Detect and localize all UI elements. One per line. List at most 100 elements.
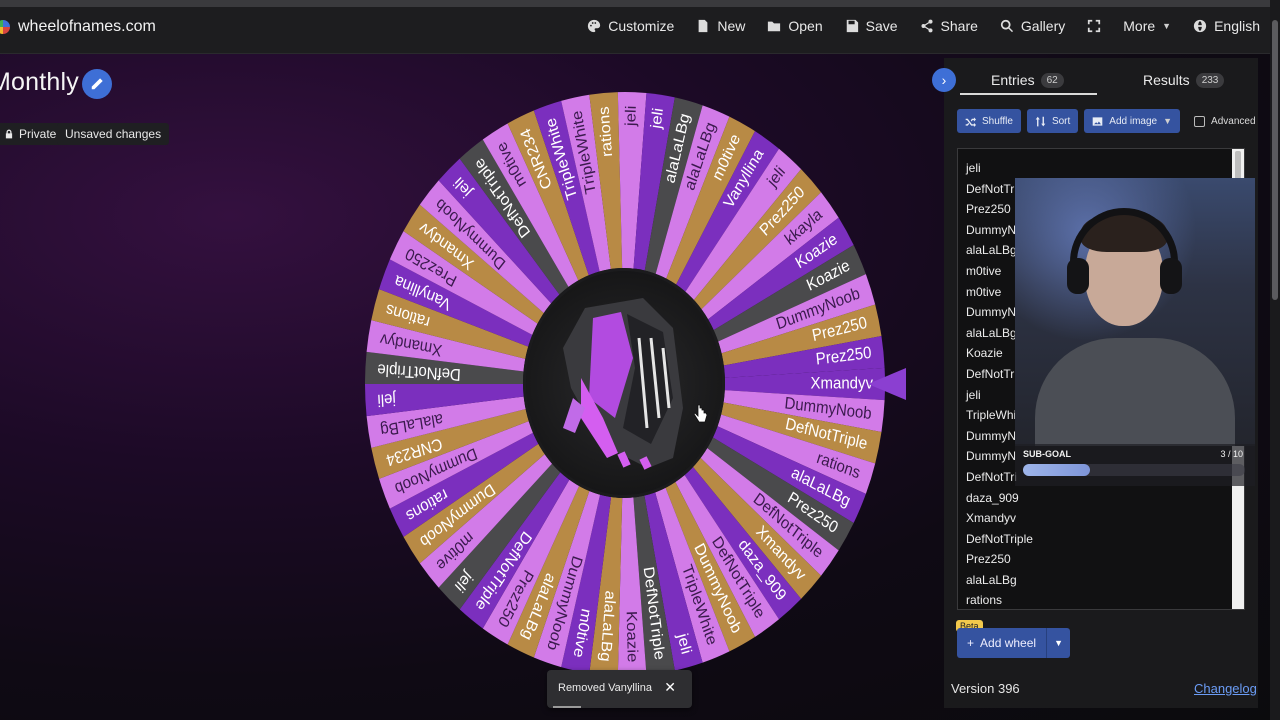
unsaved-label: Unsaved changes	[65, 127, 162, 141]
menu-more[interactable]: More ▼	[1123, 18, 1171, 34]
caret-down-icon: ▼	[1162, 21, 1172, 31]
fullscreen-icon	[1088, 19, 1101, 33]
sort-button[interactable]: Sort	[1026, 109, 1079, 133]
entry-line[interactable]: rations	[958, 590, 1244, 609]
version-label: Version 396	[951, 681, 1020, 696]
wheel[interactable]: Xmandyv DummyNoob DefNotTriple rations alaLa…	[362, 84, 888, 674]
entry-line[interactable]: DefNotTriple	[958, 529, 1244, 550]
wheel-slice-label: jeli	[648, 107, 666, 131]
add-image-label: Add image	[1109, 115, 1158, 127]
shuffle-label: Shuffle	[982, 115, 1013, 127]
entry-line[interactable]: daza_909	[958, 488, 1244, 509]
page-scrollbar[interactable]	[1270, 0, 1280, 720]
browser-edge	[0, 0, 1270, 7]
unsaved-chip: Unsaved changes	[57, 123, 170, 145]
entry-line[interactable]: Prez250	[958, 549, 1244, 570]
wheel-pointer	[868, 368, 906, 400]
close-icon[interactable]: ✕	[664, 679, 676, 696]
caret-down-icon: ▼	[1054, 638, 1064, 648]
globe-icon	[1193, 19, 1207, 33]
wheel-slice-label: jeli	[377, 389, 397, 408]
sub-goal-fill	[1023, 464, 1090, 476]
edit-title-button[interactable]	[82, 69, 112, 99]
menu-label: Customize	[608, 18, 675, 34]
brand[interactable]: wheelofnames.com	[0, 18, 156, 36]
file-icon	[698, 19, 708, 33]
entries-toolbar: Shuffle Sort Add image ▼ Advanced	[957, 109, 1256, 133]
mouse-cursor-icon	[693, 404, 707, 423]
collapse-panel-button[interactable]: ›	[932, 68, 956, 92]
top-bar: wheelofnames.com Customize New Open Save…	[0, 0, 1270, 54]
active-tab-indicator	[960, 93, 1097, 95]
chevron-right-icon: ›	[941, 72, 947, 88]
entry-line[interactable]: jeli	[958, 158, 1244, 179]
shuffle-icon	[965, 116, 976, 127]
add-wheel-dropdown[interactable]: ▼	[1046, 628, 1071, 658]
menu-fullscreen[interactable]	[1087, 19, 1101, 33]
menu-customize[interactable]: Customize	[587, 18, 674, 34]
menu-open[interactable]: Open	[767, 18, 823, 34]
sub-goal-widget: SUB-GOAL 3 / 10	[1015, 444, 1255, 486]
menu-label: Share	[940, 18, 978, 34]
scrollbar-thumb[interactable]	[1272, 20, 1278, 300]
menu-gallery[interactable]: Gallery	[1000, 18, 1065, 34]
results-count-badge: 233	[1195, 72, 1225, 88]
sub-goal-label: SUB-GOAL	[1023, 449, 1071, 459]
menu-share[interactable]: Share	[920, 18, 978, 34]
toast-progress	[553, 706, 581, 708]
tab-entries[interactable]: Entries 62	[991, 72, 1064, 88]
webcam-overlay	[1015, 178, 1255, 446]
menu-save[interactable]: Save	[845, 18, 898, 34]
menu-new[interactable]: New	[696, 18, 745, 34]
sub-goal-bar	[1023, 464, 1245, 476]
menu-label: English	[1214, 18, 1260, 34]
privacy-label: Private	[19, 127, 57, 141]
headset-ear-right	[1160, 258, 1182, 294]
main-menu: Customize New Open Save Share Gallery Mo…	[587, 18, 1260, 34]
share-icon	[921, 19, 933, 33]
add-wheel-label: Add wheel	[980, 636, 1037, 650]
caret-down-icon: ▼	[1163, 116, 1173, 126]
wheel-center-image[interactable]	[523, 268, 725, 498]
menu-label: Save	[865, 18, 898, 34]
pencil-icon	[91, 78, 103, 90]
palette-icon	[588, 19, 601, 33]
image-icon	[1092, 116, 1103, 126]
shuffle-button[interactable]: Shuffle	[957, 109, 1021, 133]
entry-line[interactable]: Xmandyv	[958, 508, 1244, 529]
add-image-button[interactable]: Add image ▼	[1084, 109, 1181, 133]
sub-goal-count: 3 / 10	[1220, 449, 1243, 459]
save-icon	[846, 19, 858, 33]
entries-count-badge: 62	[1040, 72, 1064, 88]
plus-icon: +	[967, 636, 975, 650]
headset-ear-left	[1067, 258, 1089, 294]
tab-label: Entries	[991, 72, 1035, 88]
advanced-label: Advanced	[1211, 115, 1256, 127]
logo-icon	[0, 19, 10, 34]
advanced-checkbox[interactable]: Advanced	[1194, 115, 1256, 127]
scrollbar-thumb[interactable]	[1235, 151, 1241, 181]
search-icon	[1000, 19, 1013, 33]
sort-icon	[1035, 116, 1046, 126]
wheel-title: Monthly	[0, 68, 79, 96]
wheel-slice-label: Xmandyv	[811, 375, 874, 393]
add-wheel-button[interactable]: + Add wheel	[957, 628, 1047, 658]
sort-label: Sort	[1051, 115, 1071, 127]
toast-notification: Removed Vanyllina ✕	[547, 670, 692, 708]
tab-label: Results	[1143, 72, 1190, 88]
add-wheel-group: + Add wheel ▼	[957, 628, 1071, 658]
glove-image	[563, 298, 683, 470]
toast-message: Removed Vanyllina	[558, 682, 652, 694]
privacy-chip[interactable]: Private	[0, 123, 65, 145]
folder-icon	[768, 21, 781, 32]
menu-language[interactable]: English	[1193, 18, 1260, 34]
menu-label: New	[717, 18, 746, 34]
tab-results[interactable]: Results 233	[1143, 72, 1225, 88]
entry-line[interactable]: alaLaLBg	[958, 570, 1244, 591]
lock-icon	[5, 129, 13, 139]
brand-name: wheelofnames.com	[18, 17, 156, 35]
wheel-slice-label: jeli	[623, 105, 640, 127]
changelog-link[interactable]: Changelog	[1194, 681, 1257, 696]
wheel-slice-label: Koazie	[623, 611, 640, 663]
checkbox[interactable]	[1194, 115, 1206, 127]
